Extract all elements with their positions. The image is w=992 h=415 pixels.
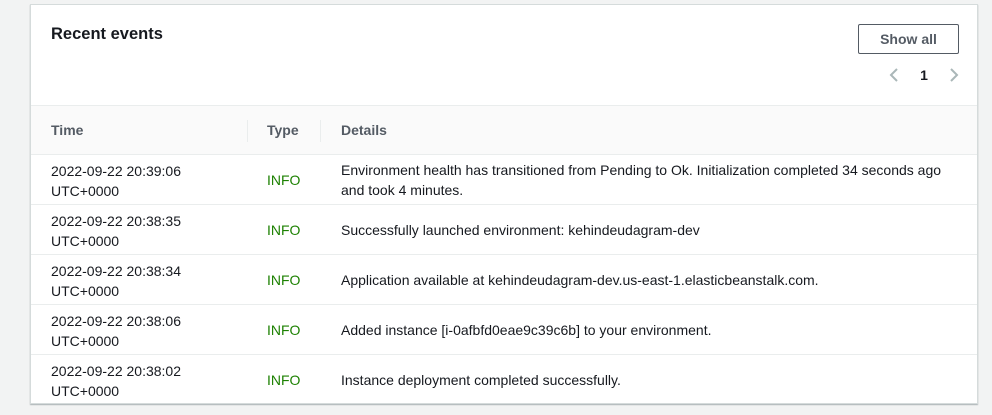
type-cell: INFO — [267, 372, 301, 388]
show-all-button[interactable]: Show all — [858, 24, 959, 54]
column-divider[interactable] — [247, 120, 248, 142]
time-cell: 2022-09-22 20:39:06 UTC+0000 — [51, 161, 231, 201]
table-row: 2022-09-22 20:38:02 UTC+0000 INFO Instan… — [31, 355, 977, 405]
table-row: 2022-09-22 20:39:06 UTC+0000 INFO Enviro… — [31, 155, 977, 205]
time-cell: 2022-09-22 20:38:06 UTC+0000 — [51, 311, 231, 351]
column-header-time[interactable]: Time — [51, 106, 83, 154]
details-cell: Successfully launched environment: kehin… — [341, 222, 700, 238]
time-zone: UTC+0000 — [51, 233, 120, 249]
details-cell: Environment health has transitioned from… — [341, 162, 942, 198]
page-number-current[interactable]: 1 — [904, 67, 944, 83]
recent-events-panel: Recent events Show all 1 Time Type Detai… — [30, 4, 978, 404]
time-date: 2022-09-22 20:38:35 — [51, 213, 181, 229]
details-cell: Added instance [i-0afbfd0eae9c39c6b] to … — [341, 322, 712, 338]
time-cell: 2022-09-22 20:38:34 UTC+0000 — [51, 261, 231, 301]
column-header-details[interactable]: Details — [341, 106, 387, 154]
type-cell: INFO — [267, 222, 301, 238]
chevron-left-icon[interactable] — [884, 65, 904, 85]
table-row: 2022-09-22 20:38:34 UTC+0000 INFO Applic… — [31, 255, 977, 305]
time-zone: UTC+0000 — [51, 183, 120, 199]
pagination: 1 — [884, 65, 964, 85]
panel-title: Recent events — [51, 25, 163, 43]
time-zone: UTC+0000 — [51, 333, 120, 349]
time-date: 2022-09-22 20:38:02 — [51, 363, 181, 379]
type-cell: INFO — [267, 322, 301, 338]
time-cell: 2022-09-22 20:38:02 UTC+0000 — [51, 361, 231, 401]
time-zone: UTC+0000 — [51, 383, 120, 399]
details-cell: Instance deployment completed successful… — [341, 372, 621, 388]
table-row: 2022-09-22 20:38:35 UTC+0000 INFO Succes… — [31, 205, 977, 255]
type-cell: INFO — [267, 172, 301, 188]
time-zone: UTC+0000 — [51, 283, 120, 299]
column-divider[interactable] — [320, 120, 321, 142]
type-cell: INFO — [267, 272, 301, 288]
table-header: Time Type Details — [31, 105, 977, 155]
time-date: 2022-09-22 20:38:06 — [51, 313, 181, 329]
table-row: 2022-09-22 20:38:06 UTC+0000 INFO Added … — [31, 305, 977, 355]
time-date: 2022-09-22 20:38:34 — [51, 263, 181, 279]
time-cell: 2022-09-22 20:38:35 UTC+0000 — [51, 211, 231, 251]
column-header-type[interactable]: Type — [267, 106, 299, 154]
details-cell: Application available at kehindeudagram-… — [341, 272, 819, 288]
time-date: 2022-09-22 20:39:06 — [51, 163, 181, 179]
chevron-right-icon[interactable] — [944, 65, 964, 85]
